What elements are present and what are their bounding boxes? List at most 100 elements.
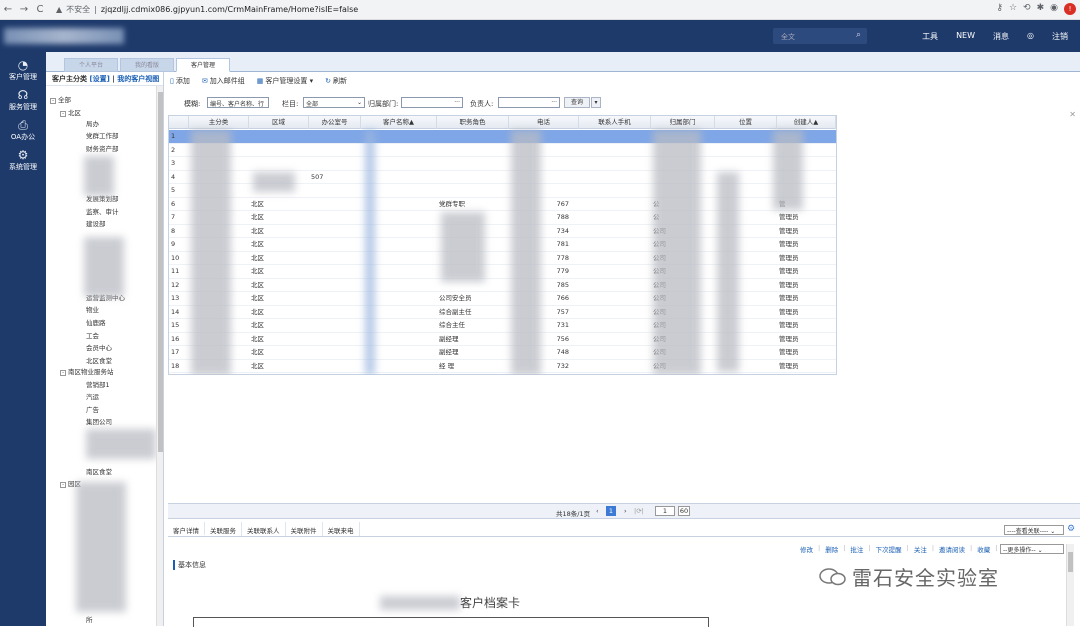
col-header[interactable]: 位置 [715, 116, 777, 129]
update-icon[interactable]: ! [1064, 3, 1076, 15]
nav-messages[interactable]: 消息 [993, 31, 1009, 42]
tab-related-call[interactable]: 关联来电 [323, 522, 360, 536]
tree-toggle-icon[interactable]: - [60, 370, 66, 376]
tree-node[interactable]: 会员中心 [86, 342, 112, 352]
nav-logout[interactable]: 注销 [1052, 31, 1068, 42]
key-icon[interactable]: ⚷ [996, 3, 1003, 15]
refresh-icon[interactable]: |⟳| [634, 507, 644, 515]
tree-node[interactable]: 仙鹿路 [86, 317, 106, 327]
star-icon[interactable]: ☆ [1009, 3, 1017, 15]
tree-settings-link[interactable]: [设置] [89, 75, 109, 83]
invite-read-link[interactable]: 邀请阅读 [939, 544, 965, 554]
col-header[interactable]: 区域 [249, 116, 309, 129]
tree-node[interactable]: 局办 [86, 118, 99, 128]
table-row[interactable]: 2 [169, 144, 836, 157]
settings-button[interactable]: ▦ 客户管理设置 ▾ [257, 76, 313, 86]
address-bar[interactable]: ▲ 不安全 | zjqzdljj.cdmix086.gjpyun1.com/Cr… [56, 4, 358, 15]
gear-icon[interactable]: ⚙ [1067, 524, 1075, 534]
tree-node[interactable]: 所 [86, 614, 93, 624]
col-header[interactable]: 客户名称▲ [361, 116, 437, 129]
page-size-input[interactable]: 60 [678, 506, 690, 516]
tree-toggle-icon[interactable]: - [60, 482, 66, 488]
query-dropdown-button[interactable]: ▾ [591, 97, 601, 108]
my-customer-view-link[interactable]: 我的客户视图 [117, 75, 159, 83]
chat-icon[interactable]: ◎ [1027, 31, 1034, 42]
more-icon[interactable]: ··· [551, 99, 557, 106]
add-mail-group-button[interactable]: ✉ 加入邮件组 [202, 76, 245, 86]
follow-link[interactable]: 关注 [914, 544, 927, 554]
col-header[interactable]: 创建人▲ [777, 116, 836, 129]
table-cell-role: 综合主任 [439, 321, 465, 329]
nav-new[interactable]: NEW [956, 31, 975, 42]
global-search[interactable]: 全文 ⌕ [773, 28, 867, 44]
nav-tools[interactable]: 工具 [922, 31, 938, 42]
sidebar-item-service[interactable]: ☊ 服务管理 [0, 88, 46, 112]
edit-link[interactable]: 修改 [800, 544, 813, 554]
sidebar-item-customer[interactable]: ◔ 客户管理 [0, 58, 46, 82]
tree-node[interactable]: 集团公司 [86, 416, 112, 426]
comment-link[interactable]: 批注 [850, 544, 863, 554]
search-icon[interactable]: ⌕ [856, 30, 861, 40]
current-page[interactable]: 1 [606, 506, 616, 516]
goto-page-input[interactable]: 1 [655, 506, 675, 516]
more-icon[interactable]: ··· [454, 99, 460, 106]
tab-personal[interactable]: 个人平台 [64, 58, 118, 72]
col-header[interactable]: 联系人手机 [579, 116, 651, 129]
favorite-link[interactable]: 收藏 [977, 544, 990, 554]
sidebar-item-system[interactable]: ⚙ 系统管理 [0, 148, 46, 172]
tab-related-contact[interactable]: 关联联系人 [242, 522, 286, 536]
tree-toggle-icon[interactable]: - [50, 98, 56, 104]
tab-customer-detail[interactable]: 客户详情 [168, 522, 205, 536]
col-header[interactable]: 办公室号 [309, 116, 361, 129]
url-text[interactable]: zjqzdljj.cdmix086.gjpyun1.com/CrmMainFra… [101, 5, 358, 14]
refresh-button[interactable]: ↻ 刷新 [325, 76, 347, 86]
tree-node[interactable]: - 北区 [60, 107, 81, 117]
tree-node[interactable]: 广告 [86, 404, 99, 414]
tab-customer-management[interactable]: 客户管理 [176, 58, 230, 72]
tree-scrollbar[interactable] [156, 86, 163, 626]
tab-dashboard[interactable]: 我的看版 [120, 58, 174, 72]
table-row[interactable]: 3 [169, 157, 836, 171]
tree-node[interactable]: 监察、审计 [86, 206, 119, 216]
table-row[interactable]: 1 [169, 130, 836, 144]
puzzle-icon[interactable]: ✱ [1037, 3, 1045, 15]
back-icon[interactable]: ← [0, 4, 16, 15]
tree-node[interactable]: 北区食堂 [86, 355, 112, 365]
next-page-icon[interactable]: › [624, 507, 627, 515]
owner-input[interactable]: ··· [498, 97, 560, 108]
tree-node[interactable]: 财务资产部 [86, 143, 119, 153]
tree-node[interactable]: - 全部 [50, 94, 71, 104]
tree-node[interactable]: - 南区物业服务站 [60, 366, 114, 376]
tree-node[interactable]: 工会 [86, 330, 99, 340]
reminder-link[interactable]: 下次提醒 [876, 544, 902, 554]
fuzzy-search-input[interactable]: 编号、客户名称、行 [207, 97, 269, 108]
col-header[interactable]: 职务角色 [437, 116, 509, 129]
tree-node[interactable]: 建设部 [86, 218, 106, 228]
dept-input[interactable]: ··· [401, 97, 463, 108]
delete-link[interactable]: 删除 [825, 544, 838, 554]
tree-node[interactable]: 物业 [86, 304, 99, 314]
more-actions-select[interactable]: --更多操作-- ⌄ [1000, 544, 1064, 554]
related-select[interactable]: ----查看关联---- ⌄ [1004, 525, 1064, 535]
tree-node[interactable]: 党群工作部 [86, 130, 119, 140]
prev-page-icon[interactable]: ‹ [596, 507, 599, 515]
column-select[interactable]: 全部 ⌄ [303, 97, 365, 108]
forward-icon[interactable]: → [16, 4, 32, 15]
extension-icon[interactable]: ⟲ [1023, 3, 1031, 15]
col-header[interactable]: 主分类 [189, 116, 249, 129]
tab-related-attachment[interactable]: 关联附件 [286, 522, 323, 536]
tree-toggle-icon[interactable]: - [60, 111, 66, 117]
close-icon[interactable]: ✕ [1069, 110, 1076, 119]
detail-scrollbar[interactable] [1066, 544, 1074, 626]
tree-node[interactable]: 汽运 [86, 391, 99, 401]
tree-node[interactable]: 南区食堂 [86, 466, 112, 476]
add-button[interactable]: ▯ 添加 [170, 76, 190, 86]
tree-node[interactable]: 营销部1 [86, 379, 110, 389]
reload-icon[interactable]: C [32, 4, 48, 15]
sidebar-item-oa[interactable]: ⎙ OA办公 [0, 118, 46, 142]
col-header[interactable]: 电话 [509, 116, 579, 129]
query-button[interactable]: 查询 [564, 97, 590, 108]
tab-related-service[interactable]: 关联服务 [205, 522, 242, 536]
profile-icon[interactable]: ◉ [1050, 3, 1058, 15]
col-header[interactable]: 归属部门 [651, 116, 715, 129]
